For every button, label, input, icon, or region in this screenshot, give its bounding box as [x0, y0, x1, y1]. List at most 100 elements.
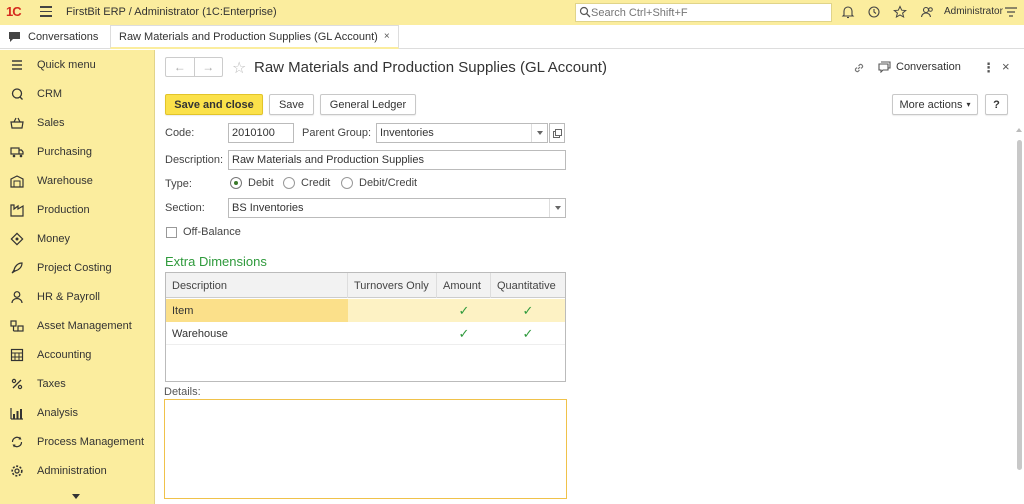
bell-icon[interactable]: [841, 5, 855, 19]
sidebar-item-quick-menu[interactable]: Quick menu: [0, 51, 155, 79]
scroll-thumb[interactable]: [1017, 140, 1022, 470]
type-radio-debit-credit[interactable]: Debit/Credit: [341, 177, 417, 189]
parent-group-field[interactable]: Inventories: [376, 123, 548, 143]
cell-amount[interactable]: ✓: [437, 322, 491, 345]
column-header-amount[interactable]: Amount: [437, 273, 491, 298]
more-actions-label: More actions: [899, 98, 963, 111]
general-ledger-button[interactable]: General Ledger: [320, 94, 416, 115]
tab-gl-account[interactable]: Raw Materials and Production Supplies (G…: [110, 25, 399, 49]
search-input[interactable]: [591, 5, 821, 20]
section-value: BS Inventories: [232, 202, 304, 214]
sidebar-item-hr-payroll[interactable]: HR & Payroll: [0, 283, 155, 311]
tab-close-icon[interactable]: ×: [384, 31, 390, 42]
favorites-star-icon[interactable]: [893, 5, 907, 19]
cell-turnovers-only[interactable]: [348, 322, 437, 345]
cell-quantitative[interactable]: ✓: [491, 322, 565, 345]
sidebar-item-crm[interactable]: CRM: [0, 80, 155, 108]
save-and-close-button[interactable]: Save and close: [165, 94, 263, 115]
percent-icon: [11, 378, 23, 390]
sidebar-item-process-management[interactable]: Process Management: [0, 428, 155, 456]
table-row[interactable]: Warehouse ✓ ✓: [166, 322, 565, 345]
app-logo[interactable]: 1C: [6, 4, 22, 19]
cell-amount[interactable]: ✓: [437, 299, 491, 322]
sidebar: Quick menu CRM Sales Purchasing Warehous…: [0, 50, 155, 504]
sidebar-item-administration[interactable]: Administration: [0, 457, 155, 485]
checkbox-icon: [166, 226, 177, 238]
sidebar-item-label: Quick menu: [37, 59, 96, 71]
type-radio-credit[interactable]: Credit: [283, 177, 330, 189]
column-header-turnovers-only[interactable]: Turnovers Only: [348, 273, 437, 298]
help-button[interactable]: ?: [985, 94, 1008, 115]
sidebar-item-label: Administration: [37, 465, 107, 477]
conversation-icon: [9, 32, 20, 42]
checkmark-icon: ✓: [522, 325, 534, 341]
cell-turnovers-only[interactable]: [348, 299, 437, 322]
conversation-outline-icon: [878, 61, 891, 73]
sidebar-item-purchasing[interactable]: Purchasing: [0, 138, 155, 166]
save-button[interactable]: Save: [269, 94, 314, 115]
forward-arrow-icon[interactable]: →: [195, 58, 223, 76]
money-icon: [10, 232, 24, 246]
parent-group-dropdown-icon[interactable]: [531, 124, 547, 142]
cell-description[interactable]: Item: [166, 299, 348, 322]
conversation-label: Conversation: [896, 61, 961, 73]
type-option-label: Debit/Credit: [359, 177, 418, 189]
code-field[interactable]: 2010100: [228, 123, 294, 143]
more-actions-button[interactable]: More actions ▾: [892, 94, 978, 115]
sidebar-item-warehouse[interactable]: Warehouse: [0, 167, 155, 195]
details-textarea[interactable]: [164, 399, 567, 499]
extra-dimensions-title: Extra Dimensions: [165, 254, 267, 269]
close-form-icon[interactable]: ×: [1002, 59, 1010, 74]
type-radio-debit[interactable]: Debit: [230, 177, 274, 189]
radio-selected-icon: [230, 177, 242, 189]
search-icon: [579, 6, 591, 18]
tab-conversations[interactable]: Conversations: [0, 25, 108, 49]
conversation-button[interactable]: Conversation: [878, 61, 961, 73]
sidebar-item-project-costing[interactable]: Project Costing: [0, 254, 155, 282]
section-field[interactable]: BS Inventories: [228, 198, 566, 218]
checkmark-icon: ✓: [458, 325, 470, 341]
type-option-label: Credit: [301, 177, 331, 189]
cell-description[interactable]: Warehouse: [166, 322, 348, 345]
more-dots-icon[interactable]: ⋮: [982, 60, 995, 76]
user-name[interactable]: Administrator: [944, 6, 1003, 17]
description-label: Description:: [165, 154, 224, 166]
sidebar-item-money[interactable]: Money: [0, 225, 155, 253]
description-field[interactable]: Raw Materials and Production Supplies: [228, 150, 566, 170]
table-row[interactable]: Item ✓ ✓: [166, 299, 565, 322]
sidebar-item-label: Process Management: [37, 436, 144, 448]
sidebar-item-sales[interactable]: Sales: [0, 109, 155, 137]
checkmark-icon: ✓: [458, 302, 470, 318]
users-icon[interactable]: [920, 5, 934, 19]
section-dropdown-icon[interactable]: [549, 199, 565, 217]
column-header-quantitative[interactable]: Quantitative: [491, 273, 565, 298]
description-value: Raw Materials and Production Supplies: [232, 154, 424, 166]
bar-chart-icon: [10, 408, 23, 420]
rocket-icon: [11, 262, 23, 274]
cell-quantitative[interactable]: ✓: [491, 299, 565, 322]
sidebar-item-analysis[interactable]: Analysis: [0, 399, 155, 427]
scroll-up-icon[interactable]: [1016, 128, 1022, 132]
settings-lines-icon[interactable]: [1004, 5, 1018, 19]
sidebar-item-taxes[interactable]: Taxes: [0, 370, 155, 398]
link-icon[interactable]: [852, 61, 866, 75]
sidebar-item-label: Taxes: [37, 378, 66, 390]
column-header-description[interactable]: Description: [166, 273, 348, 298]
history-icon[interactable]: [867, 5, 881, 19]
form-scrollbar[interactable]: [1016, 128, 1023, 504]
section-label: Section:: [165, 202, 205, 214]
extra-dimensions-table: Description Turnovers Only Amount Quanti…: [165, 272, 566, 382]
search-box[interactable]: [575, 3, 832, 22]
basket-icon: [10, 117, 24, 129]
back-arrow-icon[interactable]: ←: [166, 58, 195, 76]
sidebar-scroll-down-icon[interactable]: [72, 494, 80, 499]
sidebar-item-production[interactable]: Production: [0, 196, 155, 224]
sidebar-item-label: Sales: [37, 117, 65, 129]
open-parent-group-button[interactable]: [549, 123, 565, 143]
sidebar-item-asset-management[interactable]: Asset Management: [0, 312, 155, 340]
sidebar-item-accounting[interactable]: Accounting: [0, 341, 155, 369]
checkmark-icon: ✓: [522, 302, 534, 318]
off-balance-checkbox[interactable]: Off-Balance: [166, 226, 241, 238]
favorite-star-icon[interactable]: ☆: [232, 58, 246, 78]
main-menu-icon[interactable]: [40, 6, 52, 18]
